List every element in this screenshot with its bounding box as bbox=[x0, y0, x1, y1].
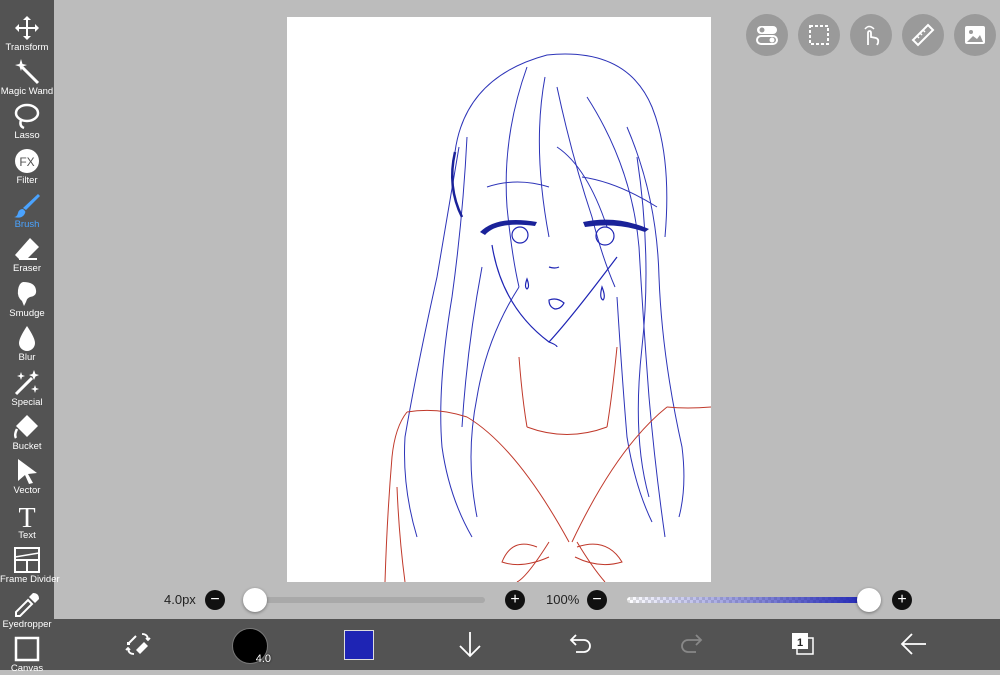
tool-label: Eyedropper bbox=[2, 619, 52, 630]
face-lines bbox=[491, 226, 618, 348]
tool-label: Frame Divider bbox=[0, 574, 60, 585]
brush-size-button[interactable]: 4.0 bbox=[232, 628, 271, 665]
tool-label: Special bbox=[11, 397, 43, 408]
bottom-toolbar: 4.0 1 bbox=[54, 619, 1000, 670]
redo-button[interactable] bbox=[667, 619, 717, 670]
color-picker-button[interactable] bbox=[344, 630, 374, 660]
plus-icon: + bbox=[897, 591, 907, 608]
arrow-left-icon bbox=[900, 633, 926, 655]
drop-icon bbox=[19, 326, 35, 351]
minus-icon: − bbox=[592, 591, 602, 608]
gesture-button[interactable] bbox=[850, 14, 892, 56]
lasso-icon bbox=[14, 103, 40, 130]
tool-label: Vector bbox=[13, 485, 41, 496]
tool-magic-wand[interactable]: Magic Wand bbox=[0, 54, 54, 98]
frame-divider-icon bbox=[14, 547, 40, 573]
selection-button[interactable] bbox=[798, 14, 840, 56]
text-glyph: T bbox=[18, 503, 35, 530]
opacity-increase-button[interactable]: + bbox=[892, 590, 912, 610]
tool-label: Brush bbox=[14, 219, 40, 230]
text-icon: T bbox=[18, 503, 35, 530]
opacity-value: 100% bbox=[546, 592, 580, 607]
smudge-icon bbox=[17, 282, 37, 306]
brush-size-value: 4.0px bbox=[164, 592, 196, 607]
tool-frame-divider[interactable]: Frame Divider bbox=[0, 542, 60, 586]
selection-icon bbox=[809, 25, 829, 45]
tool-label: Transform bbox=[5, 42, 49, 53]
drawing-canvas[interactable] bbox=[287, 17, 711, 582]
eyedropper-icon bbox=[15, 593, 39, 617]
undo-icon bbox=[569, 634, 591, 653]
tool-label: Magic Wand bbox=[0, 86, 54, 97]
canvas-icon bbox=[14, 636, 40, 662]
tool-transform[interactable]: Transform bbox=[0, 10, 54, 54]
tool-eyedropper[interactable]: Eyedropper bbox=[0, 587, 54, 631]
hand-touch-icon bbox=[864, 25, 880, 46]
bucket-icon bbox=[13, 415, 38, 439]
ruler-button[interactable] bbox=[902, 14, 944, 56]
fx-glyph: FX bbox=[19, 155, 34, 169]
hair-outline-bold bbox=[450, 151, 464, 218]
layers-button[interactable]: 1 bbox=[778, 619, 828, 670]
tool-label: Lasso bbox=[14, 130, 40, 141]
brush-size-badge: 4.0 bbox=[255, 653, 271, 665]
plus-icon: + bbox=[510, 591, 520, 608]
tool-label: Filter bbox=[16, 175, 38, 186]
back-button[interactable] bbox=[889, 619, 939, 670]
brush-size-handle[interactable] bbox=[242, 588, 267, 612]
tool-special[interactable]: Special bbox=[0, 365, 54, 409]
redo-icon bbox=[681, 634, 703, 653]
move-icon bbox=[15, 16, 39, 40]
tool-label: Text bbox=[18, 530, 36, 541]
vector-cursor-icon bbox=[18, 459, 37, 484]
slider-bar: 4.0px − + 100% − + bbox=[54, 582, 1000, 618]
hair-lines bbox=[404, 53, 685, 538]
brush-size-increase-button[interactable]: + bbox=[505, 590, 525, 610]
eye-liner bbox=[480, 219, 649, 235]
magic-wand-icon bbox=[15, 59, 40, 85]
tool-label: Canvas bbox=[10, 663, 44, 674]
minus-icon: − bbox=[210, 591, 220, 608]
layers-icon: 1 bbox=[792, 633, 814, 655]
undo-button[interactable] bbox=[555, 619, 605, 670]
tool-filter[interactable]: FX Filter bbox=[0, 143, 54, 187]
brush-size-slider[interactable] bbox=[245, 597, 485, 603]
image-icon bbox=[965, 26, 985, 44]
eraser-icon bbox=[15, 238, 39, 260]
merge-down-button[interactable] bbox=[445, 619, 495, 670]
tool-label: Bucket bbox=[12, 441, 42, 452]
ruler-icon bbox=[911, 23, 935, 47]
tool-label: Blur bbox=[18, 352, 36, 363]
tool-vector[interactable]: Vector bbox=[0, 453, 54, 497]
tool-brush[interactable]: Brush bbox=[0, 187, 54, 231]
arrow-down-icon bbox=[459, 632, 481, 658]
tool-sidebar: Transform Magic Wand Lasso FX Filter Bru… bbox=[0, 0, 60, 674]
brush-icon bbox=[14, 194, 40, 218]
tool-bucket[interactable]: Bucket bbox=[0, 409, 54, 453]
image-button[interactable] bbox=[954, 14, 996, 56]
brush-size-decrease-button[interactable]: − bbox=[205, 590, 225, 610]
layer-count: 1 bbox=[797, 637, 803, 649]
tool-label: Eraser bbox=[13, 263, 41, 274]
settings-toggle-button[interactable] bbox=[746, 14, 788, 56]
tool-smudge[interactable]: Smudge bbox=[0, 276, 54, 320]
sketch-artwork bbox=[384, 53, 711, 582]
brush-eraser-swap-icon bbox=[125, 633, 151, 655]
tool-text[interactable]: T Text bbox=[0, 498, 54, 542]
toggle-settings-icon bbox=[756, 26, 778, 45]
tool-canvas[interactable]: Canvas bbox=[0, 631, 54, 675]
tool-lasso[interactable]: Lasso bbox=[0, 98, 54, 142]
opacity-slider[interactable] bbox=[627, 597, 869, 603]
tool-eraser[interactable]: Eraser bbox=[0, 231, 54, 275]
brush-eraser-swap-button[interactable] bbox=[113, 619, 163, 670]
uniform-lines bbox=[384, 346, 711, 582]
sparkle-wand-icon bbox=[14, 370, 39, 396]
opacity-decrease-button[interactable]: − bbox=[587, 590, 607, 610]
fx-icon: FX bbox=[15, 149, 39, 173]
tool-blur[interactable]: Blur bbox=[0, 320, 54, 364]
tool-label: Smudge bbox=[9, 308, 45, 319]
opacity-handle[interactable] bbox=[857, 588, 881, 612]
